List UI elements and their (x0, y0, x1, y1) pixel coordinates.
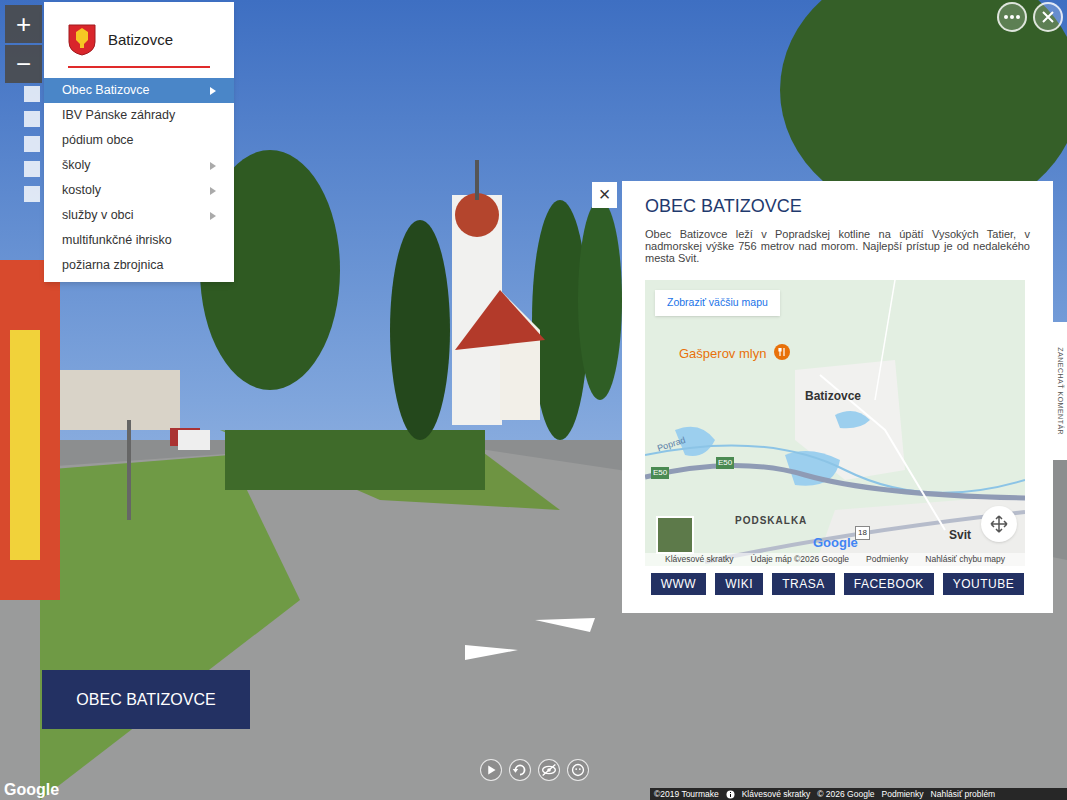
satellite-thumbnail[interactable] (656, 516, 694, 554)
layer-toggle[interactable] (24, 86, 40, 102)
menu-item[interactable]: kostoly (44, 178, 234, 203)
larger-map-button[interactable]: Zobraziť väčšiu mapu (655, 290, 780, 316)
arrow-right-icon (210, 212, 216, 220)
hide-button[interactable] (538, 759, 560, 781)
menu-item-label[interactable]: pódium obce (62, 131, 134, 150)
player-controls (480, 759, 589, 781)
submenu-indicator (210, 237, 216, 245)
close-icon (1041, 10, 1055, 24)
submenu-indicator (210, 262, 216, 270)
menu-item[interactable]: multifunkčné ihrisko (44, 228, 234, 253)
location-map[interactable]: Zobraziť väčšiu mapu Gašperov mlyn Batizov… (645, 280, 1025, 566)
menu-item-label[interactable]: kostoly (62, 181, 101, 200)
submenu-indicator (210, 137, 216, 145)
arrow-right-icon (210, 87, 216, 95)
move-arrows-icon (990, 515, 1008, 533)
map-pan-button[interactable] (981, 506, 1017, 542)
attribution-item[interactable]: Podmienky (882, 788, 924, 800)
map-footer-link[interactable]: Nahlásiť chybu mapy (925, 553, 1005, 566)
comment-tab-label[interactable]: ZANECHAŤ KOMENTÁR (1055, 347, 1066, 435)
fork-knife-icon (778, 348, 786, 356)
vr-button[interactable] (567, 759, 589, 781)
link-buttons: WWW WIKI TRASA FACEBOOK YOUTUBE (645, 573, 1030, 595)
menu-header: Batizovce (44, 2, 234, 66)
menu-item-label[interactable]: školy (62, 156, 90, 175)
map-footer-link[interactable]: Údaje máp ©2026 Google (751, 553, 849, 566)
road-shield: E50 (651, 467, 669, 479)
submenu-indicator (210, 162, 216, 170)
dots-icon (1004, 15, 1020, 19)
attribution-item[interactable]: Klávesové skratky (742, 788, 811, 800)
menu-item[interactable]: pódium obce (44, 128, 234, 153)
map-roads-picture (645, 280, 1025, 566)
scene-menu: Batizovce Obec Batizovce IBV Pánske záhrad… (44, 2, 234, 282)
top-right-controls (997, 2, 1063, 32)
menu-underline (68, 66, 210, 68)
info-title: OBEC BATIZOVCE (645, 193, 1030, 220)
info-description: Obec Batizovce leží v Popradskej kotline… (645, 228, 1030, 264)
submenu-indicator (210, 212, 216, 220)
coat-of-arms-icon (68, 24, 96, 56)
menu-item[interactable]: IBV Pánske záhrady (44, 103, 234, 128)
menu-item[interactable]: školy (44, 153, 234, 178)
map-footer: Klávesové skratky Údaje máp ©2026 Google P… (645, 553, 1025, 566)
attribution-item[interactable]: Nahlásiť problém (931, 788, 996, 800)
eye-off-icon (539, 759, 559, 781)
menu-item-label[interactable]: služby v obci (62, 206, 134, 225)
district-label: PODSKALKA (735, 513, 807, 528)
map-footer-link[interactable]: Podmienky (866, 553, 908, 566)
menu-item[interactable]: požiarna zbrojnica (44, 253, 234, 278)
link-button[interactable]: WIKI (715, 573, 763, 595)
layer-toggle[interactable] (24, 111, 40, 127)
link-button[interactable]: FACEBOOK (844, 573, 934, 595)
zoom-controls: +− (5, 5, 42, 83)
restaurant-pin[interactable] (774, 344, 790, 360)
zoom-in-button[interactable]: + (5, 5, 42, 43)
more-button[interactable] (997, 2, 1027, 32)
exit-button[interactable] (1033, 2, 1063, 32)
layer-toggles (24, 86, 40, 202)
play-icon (481, 759, 501, 781)
arrow-right-icon (210, 162, 216, 170)
rotate-icon (510, 759, 530, 781)
layer-toggle[interactable] (24, 161, 40, 177)
river-label: Poprad (656, 434, 688, 456)
town-label: Batizovce (805, 387, 861, 405)
menu-item-label[interactable]: IBV Pánske záhrady (62, 106, 175, 125)
attribution-item[interactable]: ©2019 Tourmake (654, 788, 719, 800)
menu-item-label[interactable]: Obec Batizovce (62, 81, 150, 100)
menu-item[interactable]: služby v obci (44, 203, 234, 228)
submenu-indicator (210, 187, 216, 195)
menu-item-label[interactable]: požiarna zbrojnica (62, 256, 163, 275)
map-google-logo: Google (813, 533, 858, 553)
town-label: Svit (949, 526, 971, 544)
menu-item-label[interactable]: multifunkčné ihrisko (62, 231, 172, 250)
info-icon (726, 790, 735, 799)
link-button[interactable]: YOUTUBE (943, 573, 1025, 595)
link-button[interactable]: TRASA (772, 573, 835, 595)
link-button[interactable]: WWW (651, 573, 706, 595)
face-icon (568, 759, 588, 781)
map-footer-link[interactable]: Klávesové skratky (665, 553, 734, 566)
zoom-out-button[interactable]: − (5, 45, 42, 83)
info-close-button[interactable]: × (592, 182, 617, 208)
comment-tab[interactable]: ZANECHAŤ KOMENTÁR (1053, 322, 1067, 460)
play-button[interactable] (480, 759, 502, 781)
arrow-right-icon (210, 187, 216, 195)
layer-toggle[interactable] (24, 136, 40, 152)
poi-label: Gašperov mlyn (679, 344, 766, 364)
submenu-indicator (210, 87, 216, 95)
layer-toggle[interactable] (24, 186, 40, 202)
attribution-bar: ©2019 Tourmake Klávesové skratky © 2026 Go… (650, 788, 1067, 800)
info-panel: OBEC BATIZOVCE Obec Batizovce leží v Popr… (622, 181, 1053, 613)
submenu-indicator (210, 112, 216, 120)
menu-title: Batizovce (108, 29, 173, 52)
road-shield: E50 (716, 457, 734, 469)
google-logo: Google (4, 778, 59, 800)
attribution-item[interactable]: © 2026 Google (817, 788, 874, 800)
menu-item[interactable]: Obec Batizovce (44, 78, 234, 103)
scene-label[interactable]: OBEC BATIZOVCE (42, 670, 250, 729)
autorotate-button[interactable] (509, 759, 531, 781)
